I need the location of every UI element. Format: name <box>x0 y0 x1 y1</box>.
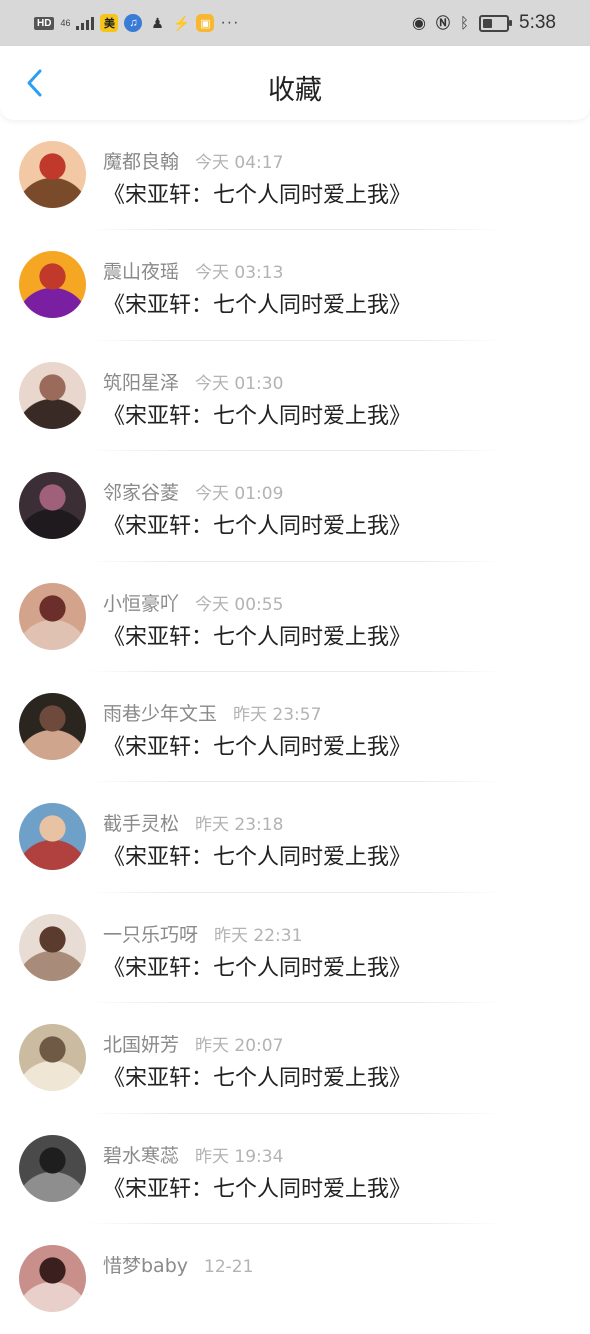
user-name[interactable]: 截手灵松 <box>103 809 179 836</box>
favorite-item[interactable]: 截手灵松 昨天 23:18 《宋亚轩：七个人同时爱上我》 <box>0 782 590 893</box>
qq-icon: ♟ <box>151 14 164 31</box>
item-meta: 截手灵松 昨天 23:18 <box>103 809 283 836</box>
notification-app-icon: ▣ <box>196 14 215 32</box>
timestamp: 今天 00:55 <box>195 594 284 615</box>
hd-icon: HD <box>34 16 55 30</box>
favorite-item[interactable]: 碧水寒蕊 昨天 19:34 《宋亚轩：七个人同时爱上我》 <box>0 1114 590 1224</box>
item-meta: 北国妍芳 昨天 20:07 <box>103 1030 283 1057</box>
meituan-icon: 美 <box>100 14 119 32</box>
item-meta: 小恒豪吖 今天 00:55 <box>103 589 283 616</box>
user-name[interactable]: 一只乐巧呀 <box>103 920 198 947</box>
favorite-title[interactable]: 《宋亚轩：七个人同时爱上我》 <box>103 619 411 651</box>
favorite-item[interactable]: 惜梦baby 12-21 <box>0 1224 590 1334</box>
network-type: 46 <box>60 17 71 28</box>
timestamp: 今天 01:09 <box>195 484 284 505</box>
timestamp: 昨天 20:07 <box>195 1036 284 1057</box>
favorite-item[interactable]: 雨巷少年文玉 昨天 23:57 《宋亚轩：七个人同时爱上我》 <box>0 672 590 783</box>
link-icon: ⚡ <box>172 14 191 31</box>
favorite-title[interactable]: 《宋亚轩：七个人同时爱上我》 <box>103 508 411 540</box>
avatar[interactable] <box>19 582 86 650</box>
favorite-item[interactable]: 筑阳星泽 今天 01:30 《宋亚轩：七个人同时爱上我》 <box>0 341 590 452</box>
favorite-title[interactable]: 《宋亚轩：七个人同时爱上我》 <box>103 950 411 982</box>
avatar[interactable] <box>19 1244 86 1312</box>
status-right: ◉ Ⓝ ᛒ 5:38 <box>412 0 556 46</box>
item-meta: 碧水寒蕊 昨天 19:34 <box>103 1141 283 1168</box>
avatar[interactable] <box>19 692 86 760</box>
favorite-title[interactable]: 《宋亚轩：七个人同时爱上我》 <box>103 398 411 430</box>
avatar[interactable] <box>19 361 86 429</box>
favorite-item[interactable]: 小恒豪吖 今天 00:55 《宋亚轩：七个人同时爱上我》 <box>0 562 590 672</box>
user-name[interactable]: 魔都良翰 <box>103 147 179 174</box>
battery-icon <box>479 14 513 32</box>
avatar[interactable] <box>19 913 86 981</box>
user-name[interactable]: 惜梦baby <box>103 1251 188 1278</box>
favorites-list: 魔都良翰 今天 04:17 《宋亚轩：七个人同时爱上我》 震山夜瑶 今天 03:13 《宋… <box>0 120 590 1334</box>
item-meta: 雨巷少年文玉 昨天 23:57 <box>103 699 321 726</box>
status-time: 5:38 <box>519 12 556 33</box>
user-name[interactable]: 雨巷少年文玉 <box>103 699 217 726</box>
favorite-title[interactable]: 《宋亚轩：七个人同时爱上我》 <box>103 1060 411 1092</box>
bluetooth-icon: ᛒ <box>460 14 470 32</box>
item-meta: 震山夜瑶 今天 03:13 <box>103 257 283 284</box>
eye-icon: ◉ <box>412 15 426 32</box>
timestamp: 今天 01:30 <box>195 373 284 394</box>
favorite-title[interactable]: 《宋亚轩：七个人同时爱上我》 <box>103 1171 411 1203</box>
more-notifications-icon: ··· <box>220 14 240 31</box>
timestamp: 昨天 23:18 <box>195 815 284 836</box>
favorite-item[interactable]: 邻家谷菱 今天 01:09 《宋亚轩：七个人同时爱上我》 <box>0 451 590 562</box>
user-name[interactable]: 震山夜瑶 <box>103 257 179 284</box>
signal-icon <box>76 16 95 30</box>
favorite-item[interactable]: 魔都良翰 今天 04:17 《宋亚轩：七个人同时爱上我》 <box>0 120 590 231</box>
favorite-title[interactable]: 《宋亚轩：七个人同时爱上我》 <box>103 729 411 761</box>
favorite-title[interactable]: 《宋亚轩：七个人同时爱上我》 <box>103 177 411 209</box>
timestamp: 昨天 19:34 <box>195 1146 284 1167</box>
avatar[interactable] <box>19 251 86 319</box>
favorite-item[interactable]: 震山夜瑶 今天 03:13 《宋亚轩：七个人同时爱上我》 <box>0 230 590 341</box>
user-name[interactable]: 碧水寒蕊 <box>103 1141 179 1168</box>
timestamp: 今天 04:17 <box>195 153 284 173</box>
header: 收藏 <box>0 46 590 120</box>
timestamp: 12-21 <box>204 1256 254 1277</box>
music-icon: ♫ <box>124 14 143 32</box>
page-title: 收藏 <box>268 75 322 106</box>
avatar[interactable] <box>19 472 86 540</box>
timestamp: 昨天 23:57 <box>233 704 322 725</box>
item-meta: 筑阳星泽 今天 01:30 <box>103 368 283 395</box>
user-name[interactable]: 小恒豪吖 <box>103 589 179 616</box>
user-name[interactable]: 邻家谷菱 <box>103 478 179 505</box>
user-name[interactable]: 北国妍芳 <box>103 1030 179 1057</box>
status-bar: HD 46 美 ♫ ♟ ⚡ ▣ ··· ◉ Ⓝ ᛒ 5:38 <box>0 0 590 46</box>
avatar[interactable] <box>19 803 86 871</box>
item-meta: 惜梦baby 12-21 <box>103 1251 253 1278</box>
avatar[interactable] <box>19 141 86 208</box>
nfc-icon: Ⓝ <box>436 15 450 31</box>
favorite-title[interactable]: 《宋亚轩：七个人同时爱上我》 <box>103 839 411 871</box>
avatar[interactable] <box>19 1134 86 1202</box>
item-meta: 魔都良翰 今天 04:17 <box>103 147 283 174</box>
favorite-item[interactable]: 北国妍芳 昨天 20:07 《宋亚轩：七个人同时爱上我》 <box>0 1003 590 1114</box>
favorite-title[interactable]: 《宋亚轩：七个人同时爱上我》 <box>103 287 411 319</box>
user-name[interactable]: 筑阳星泽 <box>103 368 179 395</box>
timestamp: 今天 03:13 <box>195 263 284 284</box>
item-meta: 一只乐巧呀 昨天 22:31 <box>103 920 302 947</box>
avatar[interactable] <box>19 1024 86 1092</box>
item-meta: 邻家谷菱 今天 01:09 <box>103 478 283 505</box>
favorite-item[interactable]: 一只乐巧呀 昨天 22:31 《宋亚轩：七个人同时爱上我》 <box>0 893 590 1004</box>
status-left: HD 46 美 ♫ ♟ ⚡ ▣ ··· <box>0 14 239 32</box>
timestamp: 昨天 22:31 <box>214 925 303 946</box>
